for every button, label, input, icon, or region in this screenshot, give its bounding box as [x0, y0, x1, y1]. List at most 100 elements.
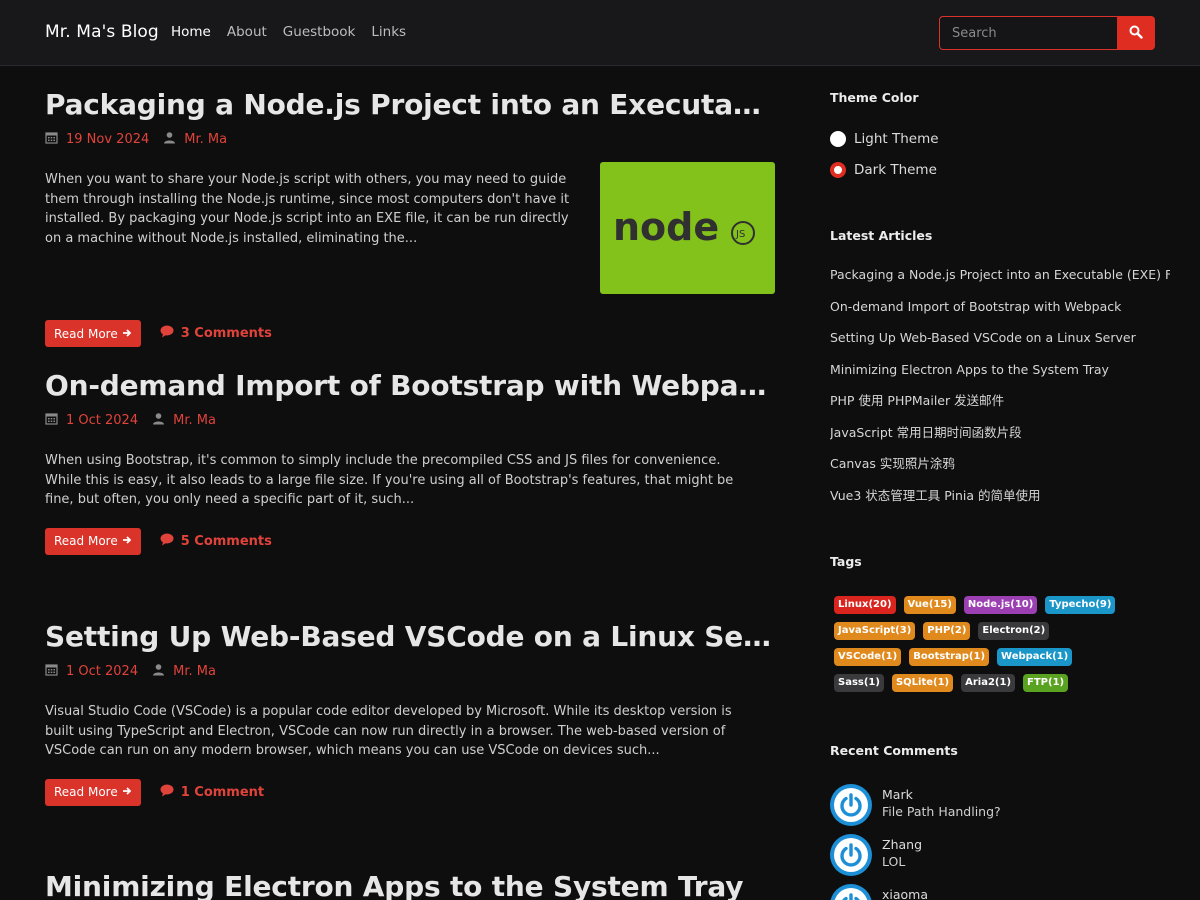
widget-title: Theme Color	[830, 90, 919, 105]
avatar	[830, 784, 872, 826]
comment-item[interactable]: xiaoma	[830, 884, 1001, 900]
comment-item[interactable]: Mark File Path Handling?	[830, 784, 1001, 834]
post-actions: Read More 3 Comments	[45, 320, 775, 347]
arrow-right-icon	[122, 534, 132, 548]
comments-link[interactable]: 5 Comments	[160, 533, 272, 550]
comment-count: 3 Comments	[180, 326, 272, 341]
latest-article-link[interactable]: On-demand Import of Bootstrap with Webpa…	[830, 291, 1170, 323]
latest-article-link[interactable]: Setting Up Web-Based VSCode on a Linux S…	[830, 322, 1170, 354]
latest-article-link[interactable]: PHP 使用 PHPMailer 发送邮件	[830, 385, 1170, 417]
comments-link[interactable]: 3 Comments	[160, 325, 272, 342]
avatar	[830, 884, 872, 900]
tag-badge[interactable]: PHP(2)	[923, 622, 971, 640]
post-author[interactable]: Mr. Ma	[184, 132, 227, 147]
tag-badge[interactable]: Bootstrap(1)	[909, 648, 990, 666]
search-form	[939, 16, 1155, 50]
post-title[interactable]: Minimizing Electron Apps to the System T…	[45, 870, 773, 900]
comment-icon	[160, 325, 181, 342]
tag-badge[interactable]: JavaScript(3)	[834, 622, 916, 640]
theme-widget: Theme Color Light Theme Dark Theme	[830, 90, 939, 185]
nav-links[interactable]: Links	[371, 24, 406, 40]
post-item: On-demand Import of Bootstrap with Webpa…	[45, 369, 775, 555]
avatar	[830, 834, 872, 876]
comment-text: File Path Handling?	[882, 804, 1001, 819]
tag-badge[interactable]: Webpack(1)	[997, 648, 1073, 666]
post-excerpt: Visual Studio Code (VSCode) is a popular…	[45, 704, 732, 758]
comment-item[interactable]: Zhang LOL	[830, 834, 1001, 884]
comment-author: Mark	[882, 787, 913, 802]
user-icon	[163, 131, 176, 148]
search-input[interactable]	[939, 16, 1117, 50]
tag-badge[interactable]: Sass(1)	[834, 674, 884, 692]
radio-unchecked-icon[interactable]	[830, 130, 846, 147]
calendar-icon	[45, 131, 58, 148]
tag-badge[interactable]: SQLite(1)	[891, 674, 954, 692]
post-item: Minimizing Electron Apps to the System T…	[45, 870, 775, 900]
tag-badge[interactable]: Vue(15)	[903, 596, 956, 614]
site-brand[interactable]: Mr. Ma's Blog	[45, 22, 159, 42]
nodejs-logo-icon: node JS	[613, 208, 755, 248]
post-meta: 1 Oct 2024 Mr. Ma	[45, 412, 775, 429]
latest-article-link[interactable]: Canvas 实现照片涂鸦	[830, 448, 1170, 480]
tag-badge[interactable]: Aria2(1)	[961, 674, 1016, 692]
sidebar: Theme Color Light Theme Dark Theme Lates…	[830, 66, 1170, 900]
post-body: When you want to share your Node.js scri…	[45, 162, 775, 294]
recent-comments-widget: Recent Comments Mark File Path Handling? Z…	[830, 743, 1001, 900]
comments-link[interactable]: 1 Comment	[160, 784, 264, 801]
post-body: Visual Studio Code (VSCode) is a popular…	[45, 702, 775, 761]
latest-article-link[interactable]: JavaScript 常用日期时间函数片段	[830, 417, 1170, 449]
tag-badge[interactable]: Node.js(10)	[963, 596, 1038, 614]
post-title[interactable]: Packaging a Node.js Project into an Exec…	[45, 88, 773, 121]
comment-author: xiaoma	[882, 887, 929, 900]
top-navbar: Mr. Ma's Blog Home About Guestbook Links	[0, 0, 1200, 66]
power-icon	[834, 888, 868, 900]
radio-checked-icon[interactable]	[830, 161, 846, 178]
comment-icon	[160, 784, 181, 801]
post-title[interactable]: On-demand Import of Bootstrap with Webpa…	[45, 369, 773, 402]
comment-author: Zhang	[882, 837, 923, 852]
tag-cloud: Linux(20) Vue(15) Node.js(10) Typecho(9) Jav…	[834, 596, 1124, 700]
theme-label: Light Theme	[854, 130, 939, 147]
tag-badge[interactable]: Linux(20)	[834, 596, 896, 614]
nav-guestbook[interactable]: Guestbook	[283, 24, 356, 40]
post-thumbnail[interactable]: node JS	[600, 162, 775, 294]
post-title[interactable]: Setting Up Web-Based VSCode on a Linux S…	[45, 620, 773, 653]
post-item: Packaging a Node.js Project into an Exec…	[45, 88, 775, 347]
user-icon	[152, 412, 165, 429]
theme-option-dark[interactable]: Dark Theme	[830, 154, 939, 185]
recent-comments-list: Mark File Path Handling? Zhang LOL xiaoma	[830, 784, 1001, 900]
theme-option-light[interactable]: Light Theme	[830, 123, 939, 154]
post-author[interactable]: Mr. Ma	[173, 664, 216, 679]
tag-badge[interactable]: Typecho(9)	[1045, 596, 1116, 614]
tag-badge[interactable]: Electron(2)	[978, 622, 1050, 640]
post-excerpt: When using Bootstrap, it's common to sim…	[45, 453, 734, 507]
calendar-icon	[45, 663, 58, 680]
latest-article-link[interactable]: Minimizing Electron Apps to the System T…	[830, 354, 1170, 386]
post-body: When using Bootstrap, it's common to sim…	[45, 451, 775, 510]
nav-about[interactable]: About	[227, 24, 267, 40]
comment-text: LOL	[882, 854, 906, 869]
post-date: 19 Nov 2024	[66, 132, 150, 147]
latest-article-link[interactable]: Vue3 状态管理工具 Pinia 的简单使用	[830, 480, 1170, 512]
latest-article-link[interactable]: Packaging a Node.js Project into an Exec…	[830, 259, 1170, 291]
read-more-label: Read More	[54, 534, 118, 548]
theme-label: Dark Theme	[854, 161, 937, 178]
tag-badge[interactable]: VSCode(1)	[834, 648, 902, 666]
widget-title: Tags	[830, 554, 862, 569]
read-more-button[interactable]: Read More	[45, 527, 141, 555]
post-meta: 1 Oct 2024 Mr. Ma	[45, 663, 775, 680]
svg-text:JS: JS	[735, 229, 745, 240]
search-icon	[1129, 25, 1143, 42]
tags-widget: Tags Linux(20) Vue(15) Node.js(10) Typecho(…	[830, 554, 1124, 700]
tag-badge[interactable]: FTP(1)	[1023, 674, 1069, 692]
post-author[interactable]: Mr. Ma	[173, 413, 216, 428]
search-button[interactable]	[1117, 16, 1155, 50]
comment-count: 1 Comment	[180, 784, 265, 800]
read-more-button[interactable]: Read More	[45, 320, 141, 347]
post-date: 1 Oct 2024	[66, 413, 139, 428]
read-more-button[interactable]: Read More	[45, 778, 141, 806]
svg-text:node: node	[613, 208, 719, 248]
nav-home[interactable]: Home	[171, 24, 211, 40]
power-icon	[834, 788, 868, 822]
post-actions: Read More 5 Comments	[45, 527, 775, 555]
